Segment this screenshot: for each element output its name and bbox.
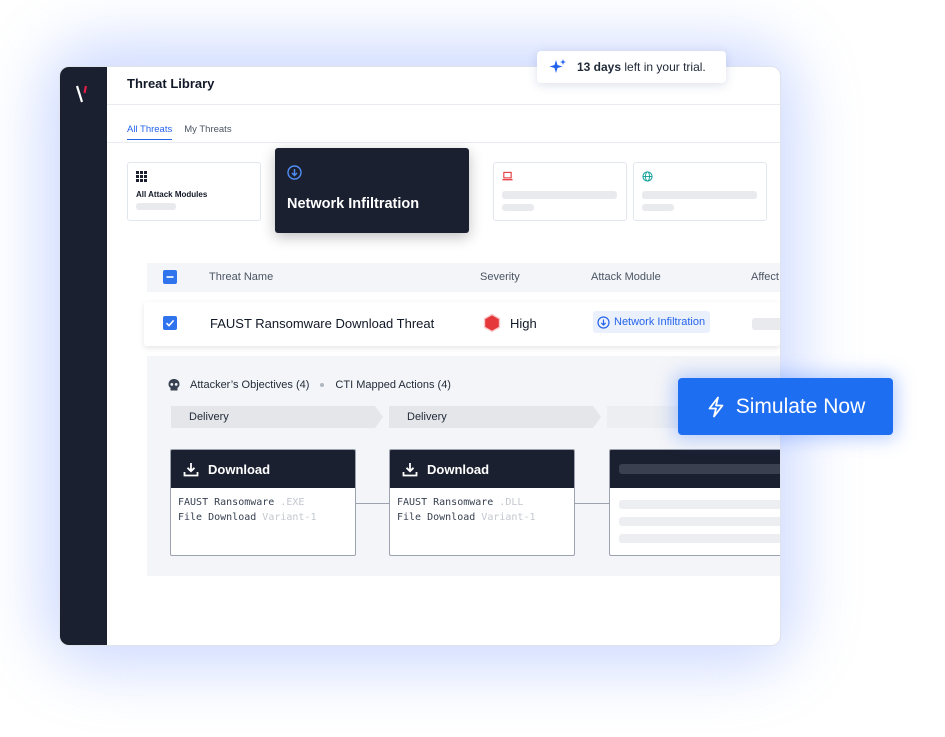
node-connector [356, 503, 390, 504]
tab-bar: All Threats My Threats [127, 124, 232, 140]
simulate-now-label: Simulate Now [735, 394, 866, 418]
laptop-icon [502, 171, 513, 181]
globe-icon [642, 171, 653, 182]
sidebar [60, 67, 107, 645]
action-node-extension: .DLL [499, 497, 524, 508]
action-node-title: Download [427, 461, 490, 477]
tab-all-threats[interactable]: All Threats [127, 124, 173, 140]
skeleton-line [136, 203, 176, 210]
card-label: Network Infiltration [287, 196, 420, 212]
grid-icon [136, 171, 147, 182]
page-title: Threat Library [127, 76, 215, 91]
action-node-variant: Variant-1 [481, 512, 536, 523]
card-label: All Attack Modules [136, 190, 208, 199]
severity-label: High [510, 315, 537, 331]
objectives-row: Attacker’s Objectives (4) CTI Mapped Act… [167, 378, 451, 392]
column-threat-name[interactable]: Threat Name [209, 271, 273, 283]
download-circle-icon [287, 165, 302, 180]
trial-text: 13 days left in your trial. [577, 60, 706, 74]
action-node-extension: .EXE [280, 497, 305, 508]
stage-delivery: Delivery [171, 406, 383, 428]
action-node-variant: Variant-1 [262, 512, 317, 523]
separator-dot [320, 383, 325, 387]
action-node-header: Download [390, 450, 574, 488]
card-network-infiltration[interactable]: Network Infiltration [275, 148, 469, 233]
card-module-3[interactable] [493, 162, 627, 221]
action-node-title: Download [208, 461, 271, 477]
check-icon [165, 319, 175, 327]
attacker-objectives-link[interactable]: Attacker’s Objectives (4) [190, 379, 309, 391]
simulate-now-button[interactable]: Simulate Now [678, 378, 893, 435]
row-checkbox[interactable] [163, 316, 177, 330]
lightning-icon [708, 396, 724, 417]
skeleton-line [619, 500, 780, 509]
skull-icon [168, 379, 180, 391]
brand-logo-icon[interactable] [76, 84, 90, 104]
divider [107, 104, 780, 105]
action-node-placeholder[interactable] [609, 449, 780, 556]
skeleton-line [642, 191, 757, 199]
threat-name[interactable]: FAUST Ransomware Download Threat [210, 316, 434, 331]
table-row[interactable]: FAUST Ransomware Download Threat High Ne… [144, 302, 780, 346]
skeleton-line [502, 204, 534, 211]
action-node-header [610, 450, 780, 488]
trial-rest: left in your trial. [621, 60, 706, 74]
column-attack-module[interactable]: Attack Module [591, 271, 661, 283]
minus-icon [166, 276, 174, 278]
trial-days: 13 days [577, 60, 622, 74]
action-node-line: File Download [397, 512, 482, 523]
cti-mapped-actions-link[interactable]: CTI Mapped Actions (4) [335, 379, 451, 391]
action-node-line: FAUST Ransomware [397, 497, 500, 508]
stage-delivery: Delivery [389, 406, 601, 428]
skeleton-line [619, 534, 780, 543]
card-module-4[interactable] [633, 162, 767, 221]
tab-my-threats[interactable]: My Threats [184, 124, 231, 140]
table-header: Threat Name Severity Attack Module Affec… [147, 263, 780, 292]
attack-module-badge[interactable]: Network Infiltration [593, 311, 711, 333]
action-node-body: FAUST Ransomware .EXE File Download Vari… [171, 488, 355, 532]
divider [107, 142, 780, 143]
download-icon [402, 462, 418, 476]
hexagon-high-icon [483, 313, 501, 333]
column-severity[interactable]: Severity [480, 271, 520, 283]
action-node-line: FAUST Ransomware [178, 497, 281, 508]
action-node[interactable]: Download FAUST Ransomware .DLL File Down… [389, 449, 575, 556]
action-node-line: File Download [178, 512, 263, 523]
card-all-attack-modules[interactable]: All Attack Modules [127, 162, 261, 221]
sparkle-icon [549, 59, 566, 73]
download-icon [183, 462, 199, 476]
column-affected[interactable]: Affect [751, 271, 779, 283]
action-node-body: FAUST Ransomware .DLL File Download Vari… [390, 488, 574, 532]
skeleton-line [642, 204, 674, 211]
attack-module-label: Network Infiltration [614, 316, 706, 328]
action-node-header: Download [171, 450, 355, 488]
skeleton-line [619, 464, 780, 474]
severity-indicator: High [482, 313, 537, 333]
skeleton-line [619, 517, 780, 526]
action-node[interactable]: Download FAUST Ransomware .EXE File Down… [170, 449, 356, 556]
skeleton-line [752, 318, 780, 330]
skeleton-line [502, 191, 617, 199]
download-circle-icon [597, 315, 610, 329]
node-connector [575, 503, 609, 504]
trial-banner: 13 days left in your trial. [537, 51, 726, 83]
select-all-checkbox[interactable] [163, 270, 177, 284]
